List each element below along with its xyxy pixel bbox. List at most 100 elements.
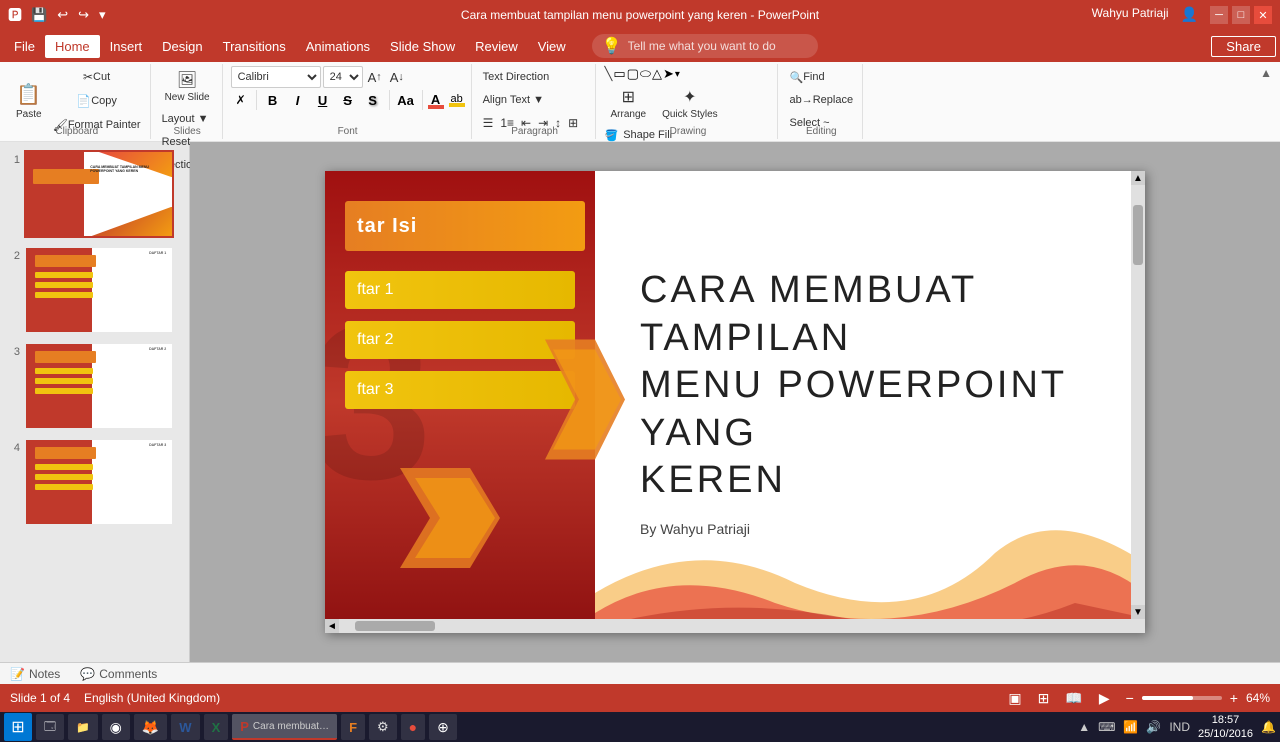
- slide-num-4: 4: [6, 442, 20, 454]
- powerpoint-taskbar-button[interactable]: P Cara membuat…: [232, 714, 337, 740]
- text-direction-button[interactable]: Text Direction: [480, 66, 553, 88]
- taskbar: ⊞ 🗔 📁 ◉ 🦊 W X P Cara membuat… F ⚙ ● ⊕ ▲ …: [0, 712, 1280, 742]
- replace-button[interactable]: ab→ Replace: [786, 89, 856, 111]
- redo-button[interactable]: ↪: [75, 5, 92, 25]
- menu-design[interactable]: Design: [152, 35, 212, 58]
- font-color-button[interactable]: A: [428, 92, 444, 109]
- excel-button[interactable]: X: [204, 714, 229, 740]
- horizontal-scrollbar[interactable]: ◄ ►: [325, 619, 1131, 633]
- reading-view-button[interactable]: 📖: [1061, 688, 1086, 709]
- menu-file[interactable]: File: [4, 35, 45, 58]
- slideshow-button[interactable]: ▶: [1095, 688, 1114, 709]
- change-case-button[interactable]: Aa: [395, 89, 417, 111]
- underline-button[interactable]: U: [312, 89, 334, 111]
- customize-button[interactable]: ▾: [96, 5, 109, 25]
- header-text: tar Isi: [357, 215, 417, 238]
- zoom-out-button[interactable]: −: [1122, 688, 1138, 708]
- keyboard-icon: ⌨: [1098, 720, 1115, 734]
- find-button[interactable]: 🔍 Find: [786, 66, 827, 88]
- paste-button[interactable]: 📋 Paste: [10, 75, 48, 127]
- slide-sorter-button[interactable]: ⊞: [1034, 688, 1054, 709]
- shadow-button[interactable]: S: [362, 89, 384, 111]
- normal-view-button[interactable]: ▣: [1004, 688, 1025, 709]
- comments-button[interactable]: 💬 Comments: [80, 667, 157, 681]
- slide-canvas[interactable]: 3 tar Isi ftar 1: [325, 171, 1145, 633]
- clear-formatting-button[interactable]: ✗: [231, 90, 251, 110]
- maximize-button[interactable]: □: [1232, 6, 1250, 24]
- slide-thumb-2[interactable]: 2 DAFTAR 1: [4, 244, 185, 336]
- status-bar: Slide 1 of 4 English (United Kingdom) ▣ …: [0, 684, 1280, 712]
- slide-image-4: DAFTAR 3: [24, 438, 174, 526]
- word-icon: W: [179, 720, 191, 735]
- arrange-button[interactable]: ⊞ Arrange: [604, 83, 652, 123]
- slide-panel: 1 CARA MEMBUAT TAMPILAN MENU POWERPOINT …: [0, 142, 190, 662]
- menu-home[interactable]: Home: [45, 35, 100, 58]
- menu-view[interactable]: View: [528, 35, 576, 58]
- firefox-icon: 🦊: [142, 719, 159, 736]
- zoom-track[interactable]: [1142, 696, 1222, 700]
- font-size-select[interactable]: 24 12 18 36: [323, 66, 363, 88]
- notification-button[interactable]: 🔔: [1261, 720, 1276, 734]
- italic-button[interactable]: I: [287, 89, 309, 111]
- record-button[interactable]: ●: [401, 714, 425, 740]
- left-panel: 3 tar Isi ftar 1: [325, 171, 595, 633]
- menu-item-2: ftar 2: [345, 321, 575, 359]
- slide-thumb-1[interactable]: 1 CARA MEMBUAT TAMPILAN MENU POWERPOINT …: [4, 148, 185, 240]
- tray-expand[interactable]: ▲: [1078, 720, 1090, 734]
- new-slide-button[interactable]: 🖼 New Slide: [159, 66, 216, 106]
- menu-slideshow[interactable]: Slide Show: [380, 35, 465, 58]
- highlight-color-button[interactable]: ab: [449, 93, 465, 107]
- ribbon-toolbar: 📋 Paste ✂ Cut 📄 Copy 🖌 Format Painter Cl…: [0, 62, 1280, 142]
- ribbon-expand-button[interactable]: ▲: [1260, 66, 1272, 80]
- scroll-up-button[interactable]: ▲: [1131, 171, 1145, 185]
- chrome-button[interactable]: ◉: [102, 714, 130, 740]
- quick-access-toolbar: 💾 ↩ ↪ ▾: [28, 5, 109, 25]
- app6-button[interactable]: F: [341, 714, 365, 740]
- app9-button[interactable]: ⊕: [429, 714, 457, 740]
- scroll-left-button[interactable]: ◄: [325, 619, 339, 633]
- zoom-in-button[interactable]: +: [1226, 688, 1242, 708]
- app7-button[interactable]: ⚙: [369, 714, 397, 740]
- paragraph-label: Paragraph: [474, 126, 596, 137]
- vertical-scrollbar[interactable]: ▲ ▼: [1131, 171, 1145, 633]
- shape-more-icon: ▾: [675, 69, 680, 80]
- shape-triangle-icon: △: [652, 66, 662, 82]
- tell-me-box[interactable]: 💡: [592, 34, 818, 58]
- file-explorer-button[interactable]: 📁: [68, 714, 98, 740]
- notes-button[interactable]: 📝 Notes: [10, 667, 60, 681]
- tell-me-input[interactable]: [628, 39, 808, 53]
- quick-styles-button[interactable]: ✦ Quick Styles: [656, 83, 724, 123]
- start-button[interactable]: ⊞: [4, 713, 32, 741]
- menu-text-3: ftar 3: [357, 381, 393, 399]
- strikethrough-button[interactable]: S: [337, 89, 359, 111]
- slide-thumb-3[interactable]: 3 DAFTAR 2: [4, 340, 185, 432]
- increase-font-button[interactable]: A↑: [365, 66, 385, 88]
- share-button[interactable]: Share: [1211, 36, 1276, 57]
- menu-review[interactable]: Review: [465, 35, 528, 58]
- minimize-button[interactable]: ─: [1210, 6, 1228, 24]
- bold-button[interactable]: B: [262, 89, 284, 111]
- save-button[interactable]: 💾: [28, 5, 50, 25]
- task-view-button[interactable]: 🗔: [36, 714, 64, 740]
- cut-button[interactable]: ✂ Cut: [50, 66, 144, 88]
- copy-button[interactable]: 📄 Copy: [50, 90, 144, 112]
- font-name-select[interactable]: Calibri Arial Times New Roman: [231, 66, 321, 88]
- h-scroll-thumb[interactable]: [355, 621, 435, 631]
- firefox-button[interactable]: 🦊: [134, 714, 167, 740]
- decrease-font-button[interactable]: A↓: [387, 66, 407, 88]
- notes-icon: 📝: [10, 667, 25, 681]
- close-button[interactable]: ✕: [1254, 6, 1272, 24]
- menu-insert[interactable]: Insert: [100, 35, 153, 58]
- menu-transitions[interactable]: Transitions: [213, 35, 296, 58]
- scroll-down-button[interactable]: ▼: [1131, 605, 1145, 619]
- v-scroll-thumb[interactable]: [1133, 205, 1143, 265]
- excel-icon: X: [212, 720, 221, 735]
- shape-arrow-icon: ➤: [663, 66, 674, 82]
- word-button[interactable]: W: [171, 714, 199, 740]
- language-indicator: English (United Kingdom): [84, 691, 220, 705]
- menu-animations[interactable]: Animations: [296, 35, 380, 58]
- slide-thumb-4[interactable]: 4 DAFTAR 3: [4, 436, 185, 528]
- undo-button[interactable]: ↩: [54, 5, 71, 25]
- align-text-button[interactable]: Align Text ▼: [480, 89, 547, 111]
- slide3-label: DAFTAR 2: [149, 347, 166, 351]
